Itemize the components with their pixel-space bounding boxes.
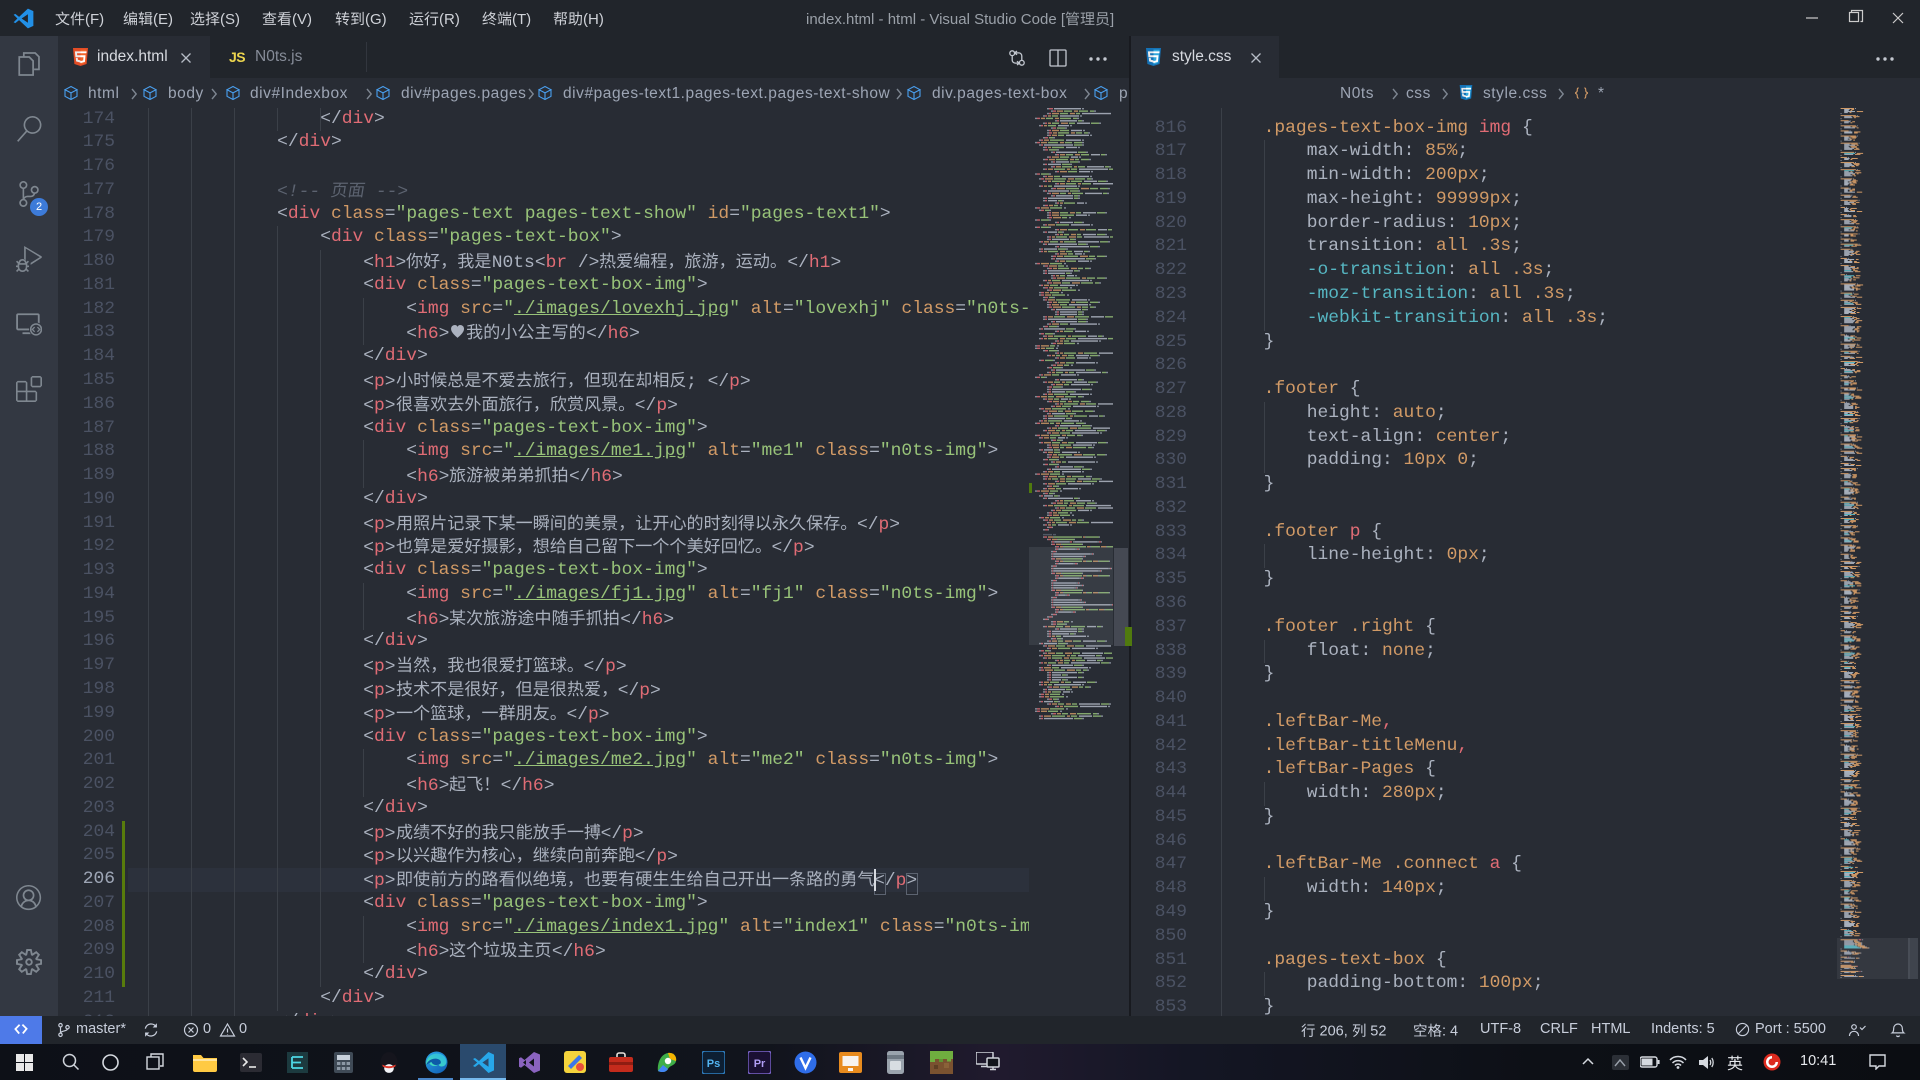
svg-text:Ps: Ps xyxy=(706,1058,719,1070)
svg-text:Pr: Pr xyxy=(753,1058,765,1070)
